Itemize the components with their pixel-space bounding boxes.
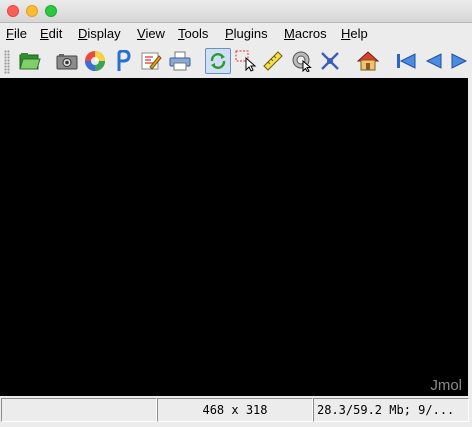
rotate-button[interactable] <box>205 48 231 74</box>
menu-tools[interactable]: Tools <box>178 26 208 41</box>
modelkit-icon <box>321 52 339 70</box>
camera-icon <box>56 54 78 70</box>
pov-ray-icon <box>85 51 105 71</box>
molecule-viewer-canvas[interactable]: Jmol <box>0 78 468 396</box>
jmol-watermark: Jmol <box>430 377 462 394</box>
home-button[interactable] <box>355 48 381 74</box>
printer-icon <box>169 51 191 71</box>
menu-macros[interactable]: Macros <box>284 26 327 41</box>
zoom-window-button[interactable] <box>45 5 57 17</box>
menu-plugins[interactable]: Plugins <box>225 26 268 41</box>
menu-edit[interactable]: Edit <box>40 26 62 41</box>
toolbar-grip[interactable] <box>4 50 10 74</box>
status-memory: 28.3/59.2 Mb; 9/... <box>313 398 469 422</box>
menu-view[interactable]: View <box>137 26 165 41</box>
print-button[interactable] <box>167 48 193 74</box>
close-window-button[interactable] <box>7 5 19 17</box>
status-message-cell <box>1 398 157 422</box>
open-folder-icon <box>19 53 41 70</box>
ruler-icon <box>263 51 283 71</box>
title-bar <box>0 0 472 23</box>
povray-button[interactable] <box>82 48 108 74</box>
spin-icon <box>292 51 312 72</box>
next-frame-button[interactable] <box>448 48 472 74</box>
script-editor-icon <box>141 52 162 70</box>
export-image-button[interactable] <box>54 48 80 74</box>
window-edge <box>468 78 472 396</box>
next-frame-icon <box>451 53 468 69</box>
rotate-icon <box>210 53 226 69</box>
menu-file[interactable]: File <box>6 26 27 41</box>
previous-frame-icon <box>425 53 442 69</box>
first-frame-button[interactable] <box>393 48 419 74</box>
previous-frame-button[interactable] <box>421 48 447 74</box>
minimize-window-button[interactable] <box>26 5 38 17</box>
home-icon <box>357 51 379 71</box>
measure-button[interactable] <box>260 48 286 74</box>
pdb-button[interactable] <box>110 48 136 74</box>
modelkit-button[interactable] <box>317 48 343 74</box>
menu-display[interactable]: Display <box>78 26 121 41</box>
pick-button[interactable] <box>233 48 259 74</box>
status-dimensions: 468 x 318 <box>157 398 313 422</box>
first-frame-icon <box>397 53 416 69</box>
spin-button[interactable] <box>289 48 315 74</box>
pdb-icon <box>117 50 131 71</box>
menu-bar: File Edit Display View Tools Plugins Mac… <box>0 24 472 44</box>
status-bar: 468 x 318 28.3/59.2 Mb; 9/... <box>0 396 472 427</box>
toolbar <box>0 44 472 78</box>
open-file-button[interactable] <box>17 48 43 74</box>
script-editor-button[interactable] <box>138 48 164 74</box>
menu-help[interactable]: Help <box>341 26 368 41</box>
pick-icon <box>235 50 257 72</box>
